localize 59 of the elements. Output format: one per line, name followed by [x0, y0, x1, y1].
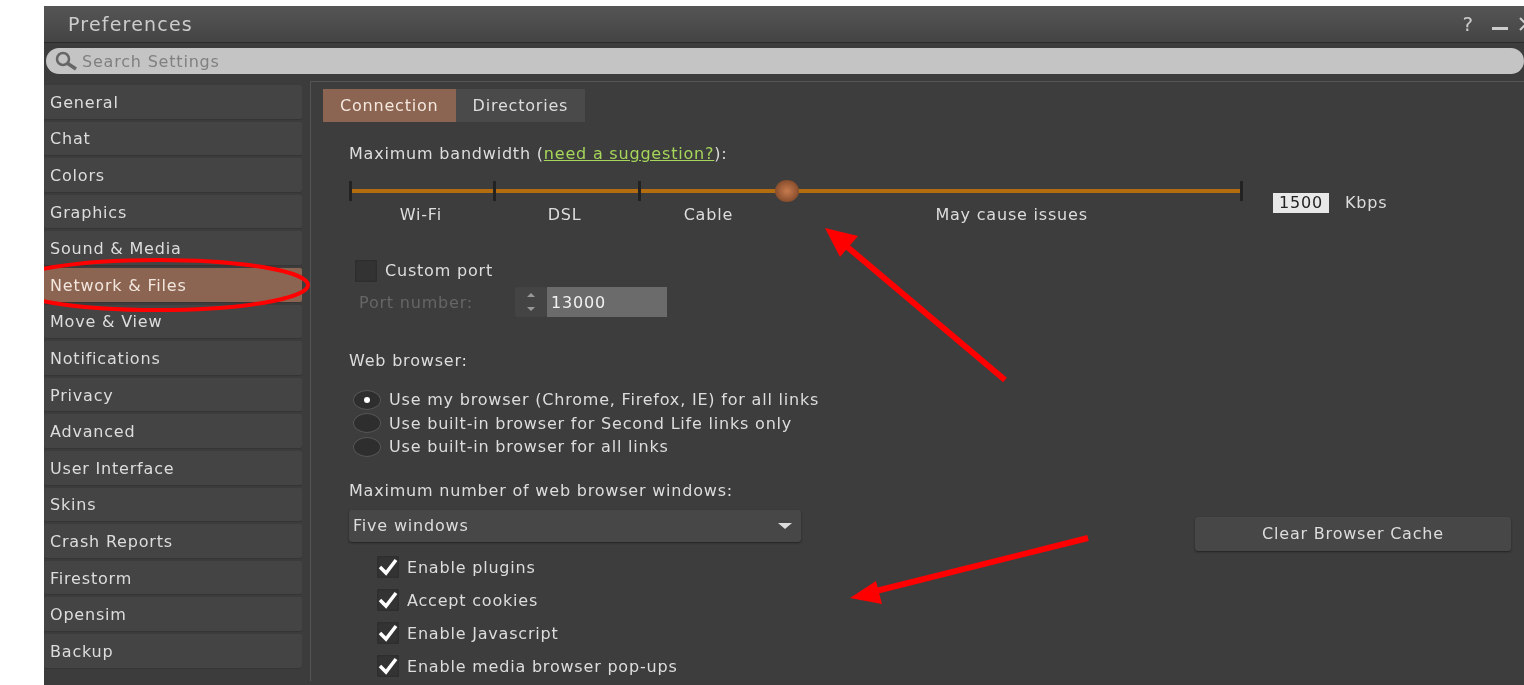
caret-icon [777, 521, 793, 530]
checkbox[interactable] [377, 589, 399, 611]
radio-label: Use built-in browser for all links [389, 437, 669, 457]
slider-mark-label: DSL [546, 205, 583, 224]
bandwidth-slider[interactable] [349, 181, 1243, 201]
sidebar-item[interactable]: Notifications [44, 341, 302, 376]
sidebar-item[interactable]: Move & View [44, 304, 302, 340]
tab[interactable]: Connection [323, 89, 456, 122]
sidebar-item[interactable]: Network & Files [44, 267, 302, 303]
radio-button[interactable] [353, 389, 381, 410]
search-field[interactable]: Search Settings [46, 48, 1524, 74]
sidebar-item[interactable]: Graphics [44, 194, 302, 230]
sidebar-item[interactable]: Firestorm [44, 560, 302, 596]
slider-mark-label: Cable [682, 205, 735, 224]
checkbox-label: Enable media browser pop-ups [407, 656, 678, 676]
tab[interactable]: Directories [455, 89, 586, 122]
radio-label: Use my browser (Chrome, Firefox, IE) for all links [389, 390, 820, 410]
sidebar-item[interactable]: Crash Reports [44, 524, 302, 559]
sidebar-item[interactable]: General [44, 85, 302, 120]
sidebar-item[interactable]: Advanced [44, 414, 302, 449]
checkmark-icon [378, 591, 398, 609]
checkbox-label: Enable plugins [407, 557, 536, 577]
checkbox[interactable] [377, 556, 399, 578]
slider-mark-label: May cause issues [934, 205, 1089, 224]
windows-dropdown[interactable]: Five windows [349, 509, 801, 542]
dropdown-value: Five windows [353, 516, 470, 535]
slider-thumb[interactable] [775, 180, 800, 202]
bandwidth-label: Maximum bandwidth (need a suggestion?): [349, 144, 729, 163]
search-icon [54, 51, 80, 71]
checkmark-icon [378, 657, 398, 675]
checkbox-label: Custom port [385, 261, 493, 280]
checkmark-icon [378, 624, 398, 642]
sidebar-item[interactable]: Chat [44, 121, 302, 157]
close-icon[interactable] [1519, 17, 1524, 31]
checkbox[interactable] [377, 655, 399, 677]
unit-label: Kbps [1344, 193, 1388, 212]
sidebar-item[interactable]: Backup [44, 633, 302, 669]
search-input[interactable]: Search Settings [80, 50, 1524, 72]
window-title: Preferences [68, 13, 194, 35]
sidebar-item[interactable]: Opensim [44, 597, 302, 632]
slider-mark-label: Wi-Fi [398, 205, 443, 224]
radio-label: Use built-in browser for Second Life links only [389, 413, 793, 433]
radio-button[interactable] [353, 436, 381, 457]
sidebar-item[interactable]: Colors [44, 158, 302, 193]
checkbox[interactable] [377, 622, 399, 644]
suggestion-link[interactable]: need a suggestion? [543, 144, 715, 163]
section-label: Maximum number of web browser windows: [349, 480, 735, 500]
checkbox-label: Accept cookies [407, 590, 539, 610]
sidebar-item[interactable]: Privacy [44, 377, 302, 413]
sidebar-item[interactable]: Sound & Media [44, 231, 302, 266]
section-label: Web browser: [349, 351, 469, 370]
help-button[interactable]: ? [1462, 12, 1474, 36]
radio-button[interactable] [353, 413, 381, 434]
clear-cache-button[interactable]: Clear Browser Cache [1195, 516, 1511, 551]
checkmark-icon [378, 558, 398, 576]
bandwidth-value-field[interactable]: 1500 [1273, 192, 1329, 213]
sidebar-item[interactable]: Skins [44, 487, 302, 523]
sidebar-item[interactable]: User Interface [44, 450, 302, 486]
checkbox-label: Enable Javascript [407, 623, 559, 643]
